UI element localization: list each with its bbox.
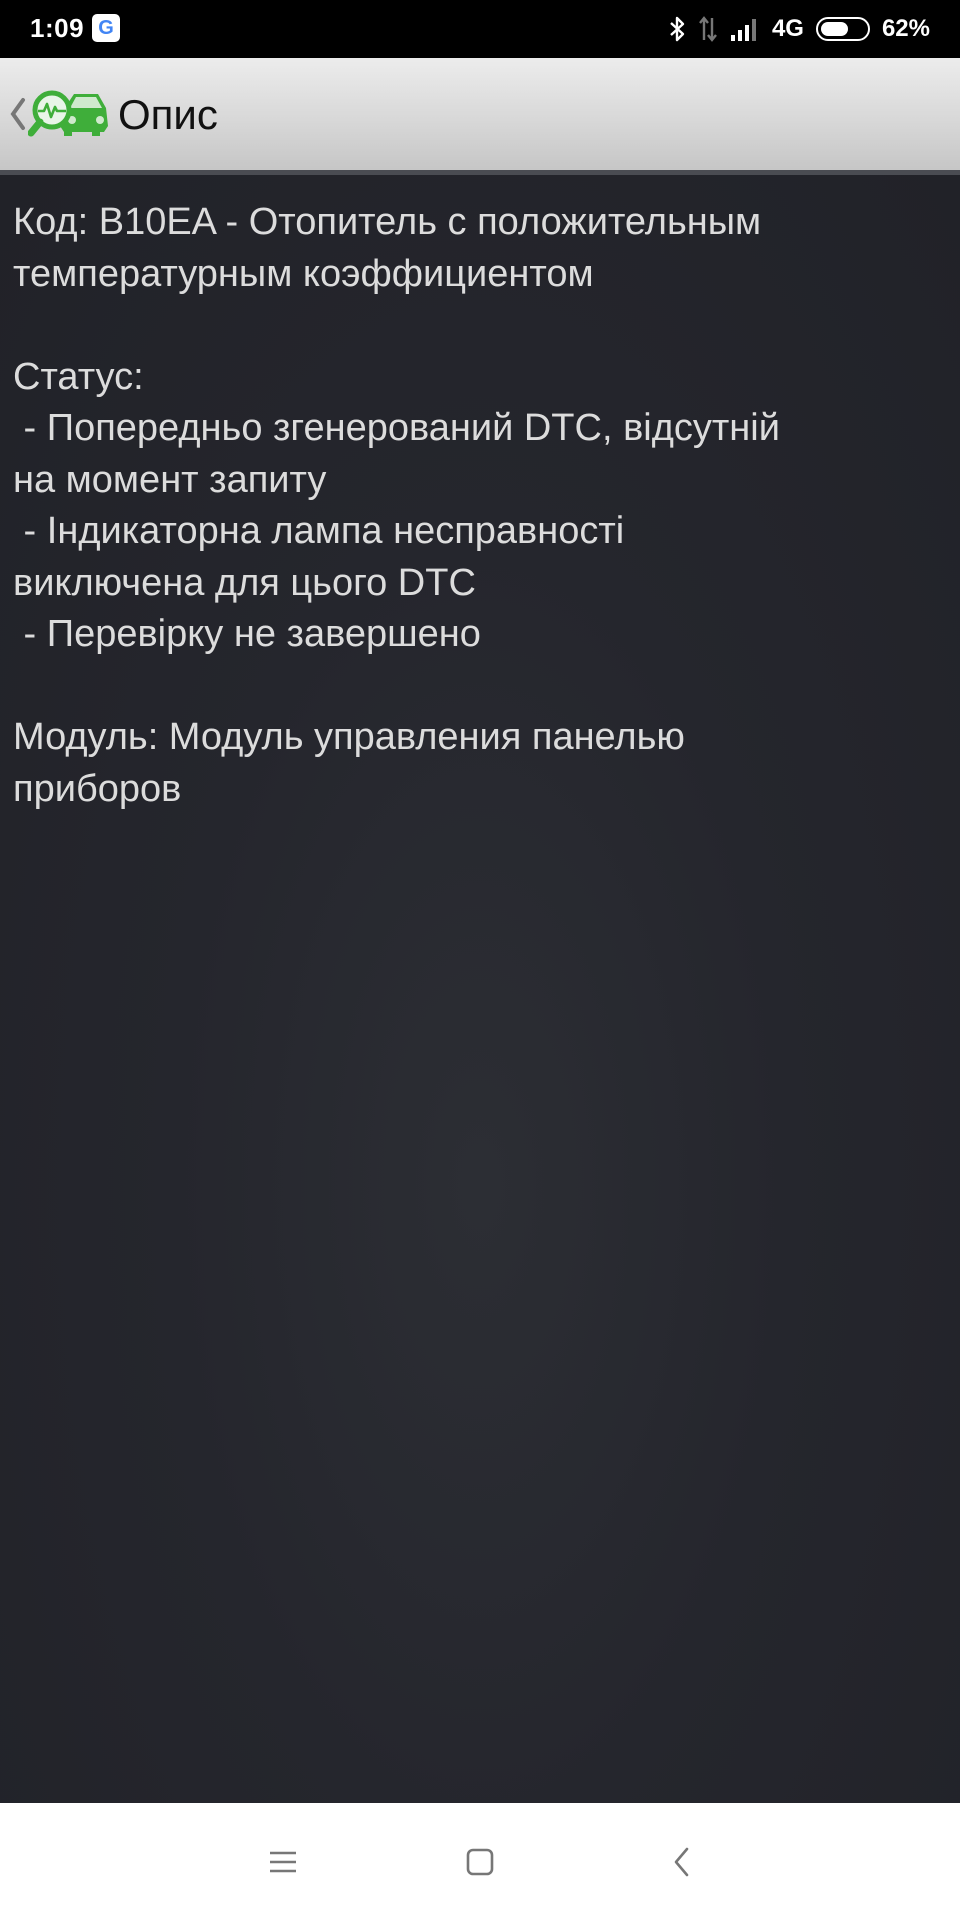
google-badge-letter: G (98, 17, 114, 39)
description-line: приборов (13, 767, 182, 810)
network-type: 4G (771, 15, 804, 42)
description-line: Статус: (13, 355, 144, 398)
car-diagnostics-logo-icon[interactable] (28, 86, 110, 144)
home-button[interactable] (455, 1837, 505, 1887)
dtc-description-text: Код: B10EA - Отопитель с положительным т… (13, 197, 943, 815)
back-icon (674, 1847, 689, 1877)
description-line: температурным коэффициентом (13, 252, 594, 295)
battery-percentage: 62% (881, 15, 930, 42)
screen: 1:09 G 4G 62% Опис Код: B10EA - Отопител… (0, 0, 960, 1920)
battery-icon (815, 17, 870, 41)
page-title: Опис (118, 91, 218, 138)
status-bar: 1:09 G 4G 62% (0, 0, 960, 58)
description-line: Модуль: Модуль управления панелью (13, 716, 685, 758)
bluetooth-icon (670, 16, 685, 42)
description-line: виключена для цього DTC (13, 561, 476, 604)
description-line: - Індикаторна лампа несправності (13, 510, 625, 552)
description-line: - Перевірку не завершено (13, 613, 481, 655)
google-notification-icon: G (92, 14, 120, 42)
menu-icon (270, 1851, 296, 1873)
data-arrows-icon (699, 16, 717, 42)
signal-icon (730, 19, 756, 41)
description-line: Код: B10EA - Отопитель с положительным (13, 201, 762, 243)
description-line (13, 300, 943, 352)
battery-fill (820, 22, 849, 36)
back-button[interactable] (657, 1837, 707, 1887)
description-line: - Попередньо згенерований DTC, відсутній (13, 407, 780, 449)
home-square-icon (466, 1848, 494, 1876)
menu-button[interactable] (258, 1837, 308, 1887)
status-icons: 4G 62% (668, 11, 930, 47)
status-time: 1:09 (30, 13, 85, 43)
description-line: на момент запиту (13, 458, 327, 501)
navigation-bar (0, 1803, 960, 1920)
back-chevron-icon[interactable] (8, 96, 28, 132)
description-line (13, 661, 943, 713)
app-bar: Опис (0, 58, 960, 175)
description-panel: Код: B10EA - Отопитель с положительным т… (0, 175, 960, 1803)
